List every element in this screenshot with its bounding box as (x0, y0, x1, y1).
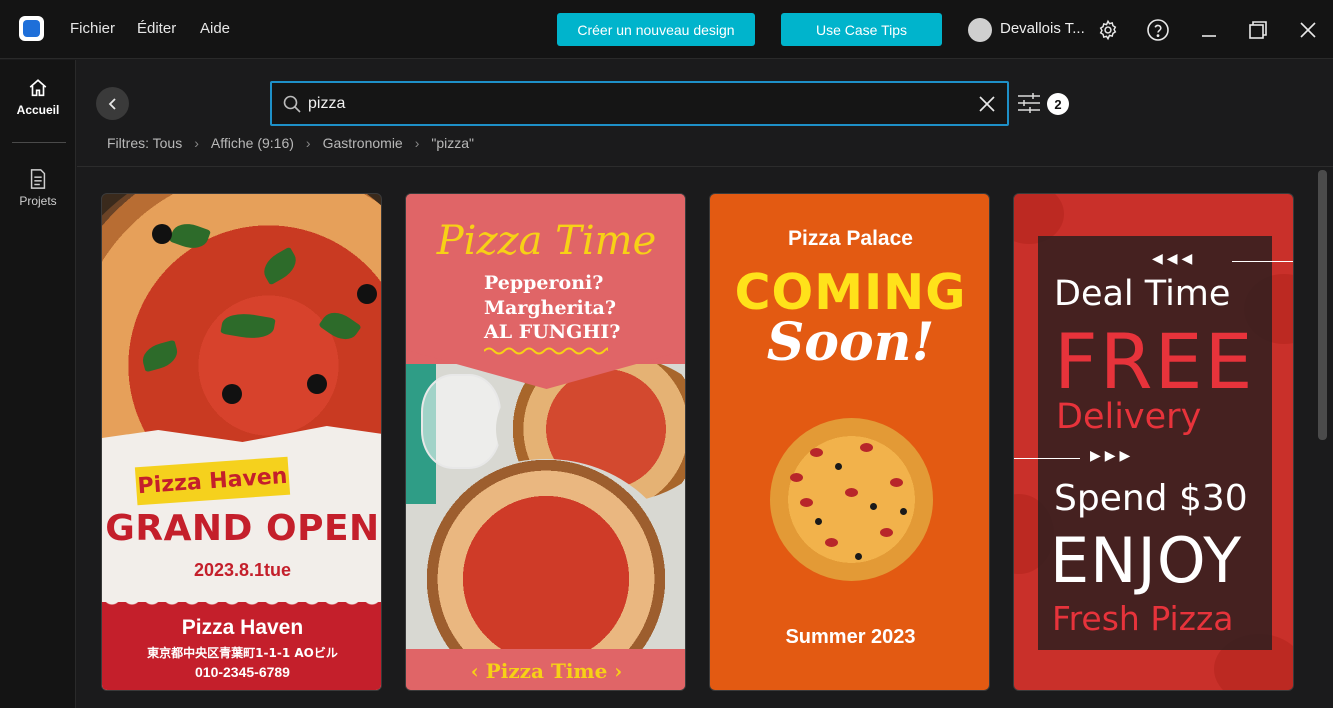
wave-decoration (484, 347, 608, 355)
help-icon[interactable] (1144, 16, 1172, 44)
card-line: Margherita? (484, 297, 616, 319)
card-footer: ‹ Pizza Time › (406, 649, 685, 690)
use-case-tips-button[interactable]: Use Case Tips (781, 13, 942, 46)
card-title: Pizza Time (436, 218, 657, 264)
chevron-right-icon: › (414, 135, 420, 151)
sidebar-item-label: Accueil (16, 103, 60, 117)
card-enjoy: ENJOY (1050, 524, 1243, 597)
avatar[interactable] (968, 18, 992, 42)
divider-line (1014, 458, 1080, 459)
breadcrumb: Filtres: Tous › Affiche (9:16) › Gastron… (107, 135, 474, 151)
template-card-pizza-time[interactable]: Pizza Time Pepperoni? Margherita? AL FUN… (405, 193, 686, 691)
user-name[interactable]: Devallois T... (1000, 20, 1085, 37)
card-footer: Fresh Pizza (1052, 599, 1234, 638)
pizza-table-image (406, 364, 685, 649)
sidebar-item-label: Projets (19, 194, 57, 208)
breadcrumb-item-format[interactable]: Affiche (9:16) (211, 135, 294, 151)
menu-file[interactable]: Fichier (70, 20, 115, 37)
search-input[interactable] (308, 93, 958, 115)
scrollbar[interactable] (1318, 170, 1327, 440)
olive (307, 374, 327, 394)
content-divider (77, 166, 1333, 167)
chevron-right-icon: › (305, 135, 311, 151)
template-card-deal-time[interactable]: ◀◀◀ Deal Time FREE Delivery ▶▶▶ Spend $3… (1013, 193, 1294, 691)
arrows-right-icon: ▶▶▶ (1090, 447, 1135, 463)
arrows-left-icon: ◀◀◀ (1152, 250, 1197, 266)
card-offer: Spend $30 (1054, 478, 1248, 519)
filter-count-badge: 2 (1047, 93, 1069, 115)
card-phone: 010-2345-6789 (195, 664, 290, 680)
new-design-button[interactable]: Créer un nouveau design (557, 13, 755, 46)
breadcrumb-item-filters[interactable]: Filtres: Tous (107, 135, 182, 151)
card-shop-name: Pizza Haven (181, 616, 304, 639)
close-icon[interactable] (1294, 16, 1322, 44)
gear-icon[interactable] (1094, 16, 1122, 44)
title-bar: Fichier Éditer Aide Créer un nouveau des… (0, 0, 1333, 59)
card-line: Pepperoni? (484, 272, 604, 294)
template-card-coming-soon[interactable]: Pizza Palace COMING Soon! Summer 2023 (709, 193, 990, 691)
sidebar-item-projects[interactable]: Projets (0, 168, 76, 208)
card-date: 2023.8.1tue (193, 560, 292, 580)
sidebar-item-home[interactable]: Accueil (0, 77, 76, 117)
sidebar-divider (12, 142, 66, 143)
filter-sliders-icon[interactable] (1017, 92, 1041, 114)
app-logo (19, 16, 44, 41)
home-icon (29, 79, 47, 97)
minimize-icon[interactable] (1195, 16, 1223, 44)
divider-line (1232, 261, 1293, 262)
clear-search-icon[interactable] (978, 95, 996, 113)
card-footer: Summer 2023 (785, 626, 916, 648)
search-icon (283, 95, 301, 113)
olive (357, 284, 377, 304)
card-headline: FREE (1054, 317, 1255, 406)
card-address: 東京都中央区青葉町1-1-1 AOビル (147, 646, 338, 660)
card-subhead: Soon! (766, 312, 935, 373)
back-button[interactable] (96, 87, 129, 120)
pizza-image (770, 418, 933, 581)
template-card-grand-open[interactable]: Pizza Haven GRAND OPEN 2023.8.1tue Pizza… (101, 193, 382, 691)
chevron-right-icon: › (194, 135, 199, 151)
document-icon (30, 169, 46, 189)
search-box[interactable] (270, 81, 1009, 126)
card-headline: GRAND OPEN (105, 508, 380, 549)
olive (222, 384, 242, 404)
menu-help[interactable]: Aide (200, 20, 230, 37)
chevron-left-icon (108, 97, 116, 110)
maximize-icon[interactable] (1244, 16, 1272, 44)
breadcrumb-item-query: "pizza" (431, 135, 475, 151)
card-brand: Pizza Palace (788, 227, 913, 250)
card-line: AL FUNGHI? (484, 321, 621, 343)
card-subhead: Delivery (1056, 397, 1202, 437)
menu-edit[interactable]: Éditer (137, 20, 176, 37)
card-title: Deal Time (1054, 274, 1231, 314)
sidebar: Accueil Projets (0, 60, 76, 708)
breadcrumb-item-category[interactable]: Gastronomie (323, 135, 403, 151)
olive (152, 224, 172, 244)
